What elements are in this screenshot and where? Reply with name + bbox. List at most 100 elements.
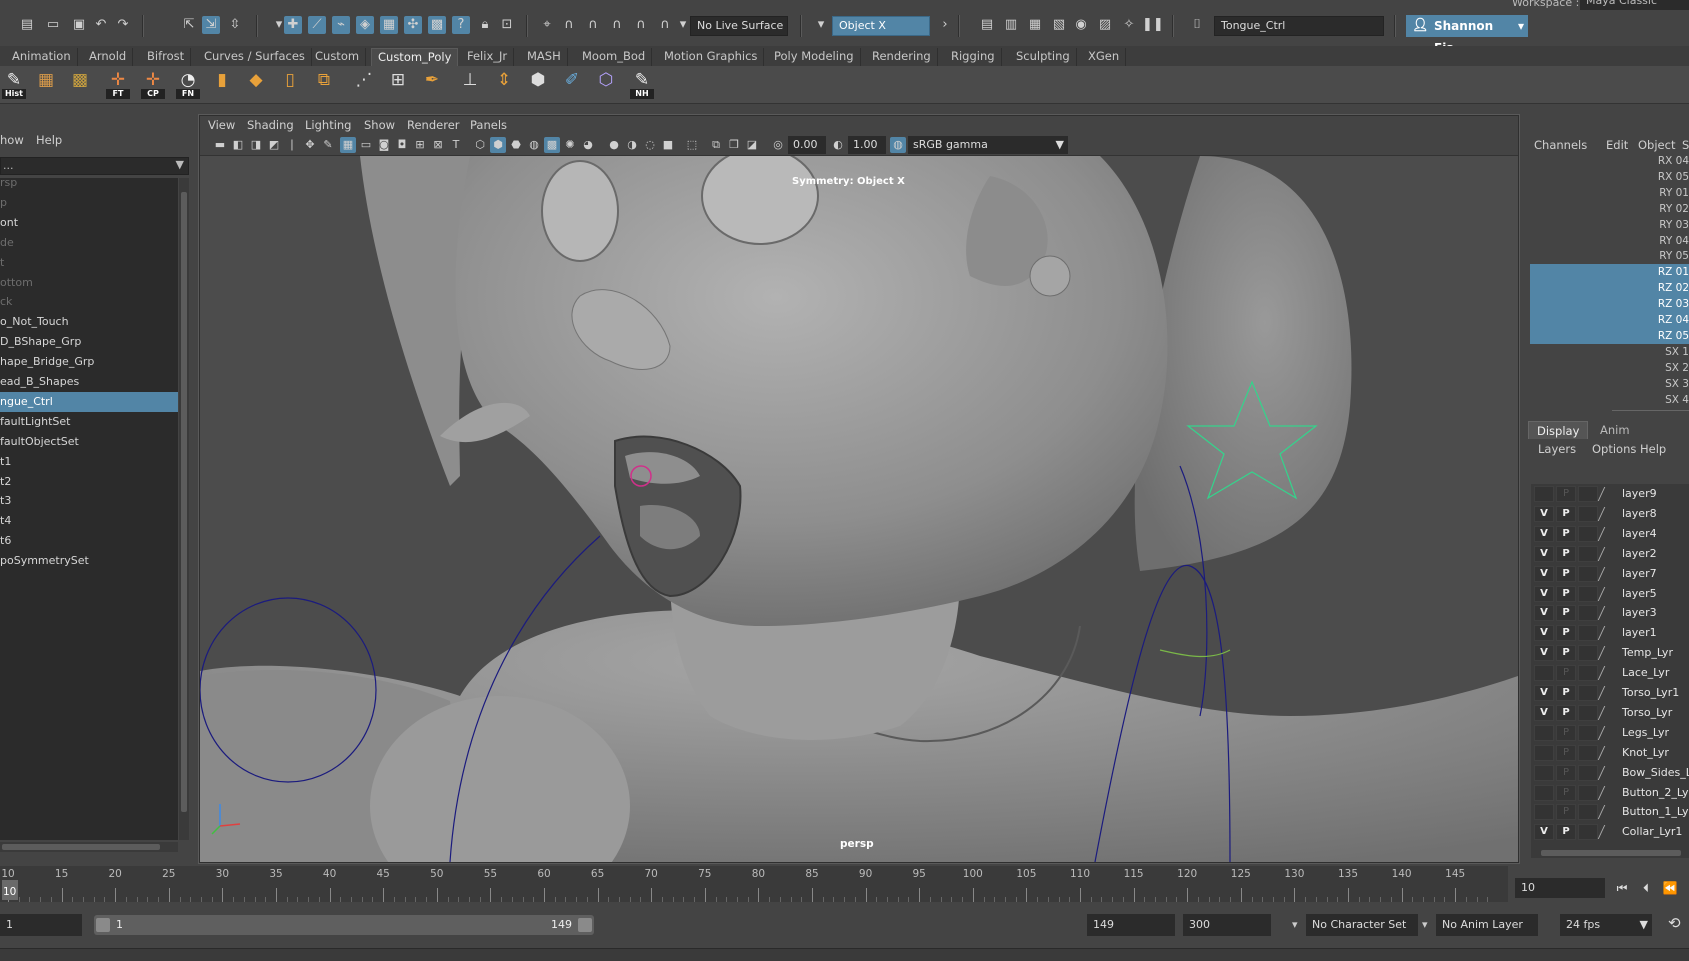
layer-row[interactable]: P Button_2_Lyr [1531,783,1689,803]
snap-live-icon[interactable]: ▩ [428,16,446,34]
ipr-render-icon[interactable]: ▦ [1026,16,1044,34]
channel-row[interactable]: RX 05 [1530,169,1689,185]
layer-playback-toggle[interactable]: P [1556,685,1576,701]
layer-type-toggle[interactable] [1578,824,1598,841]
safe-action-icon[interactable]: ⊠ [430,137,446,153]
selection-name-field[interactable]: Tongue_Ctrl [1214,16,1384,36]
outliner-item[interactable]: faultObjectSet [0,432,178,452]
outliner-vertical-scrollbar[interactable] [179,178,189,840]
snap-vertex-icon[interactable]: ✣ [404,16,422,34]
layer-row[interactable]: V P Temp_Lyr [1531,643,1689,663]
collapse-arrow-icon[interactable]: › [936,16,954,34]
layer-type-toggle[interactable] [1578,585,1598,602]
wireframe-icon[interactable]: ⬡ [472,137,488,153]
viewport-menu-show[interactable]: Show [364,118,395,132]
range-end-handle[interactable] [578,918,592,932]
layer-playback-toggle[interactable]: P [1556,764,1576,781]
layer-row[interactable]: P Lace_Lyr [1531,663,1689,683]
scrollbar-thumb[interactable] [1541,850,1681,856]
snap-point-icon[interactable]: ⌁ [332,16,350,34]
outliner-item[interactable]: D_BShape_Grp [0,332,178,352]
range-slider[interactable]: 1 149 [94,915,594,935]
layer-color-swatch-icon[interactable] [1597,626,1619,641]
hypershade-icon[interactable]: ◉ [1072,16,1090,34]
layer-type-toggle[interactable] [1578,486,1598,502]
layer-playback-toggle[interactable]: P [1556,724,1576,741]
xray-components-icon[interactable]: ❐ [726,137,742,153]
fps-dropdown[interactable]: 24 fps ▼ [1560,914,1652,936]
film-gate-icon[interactable]: ▭ [358,137,374,153]
animation-end-field[interactable]: 300 [1183,914,1271,936]
xray-joints-icon[interactable]: ⧉ [708,137,724,153]
layer-color-swatch-icon[interactable] [1597,646,1619,661]
isolate-select-icon[interactable]: ■ [660,137,676,153]
viewport-menu-view[interactable]: View [208,118,235,132]
outliner-menu-show[interactable]: how [0,133,24,147]
layer-visibility-toggle[interactable] [1534,784,1554,801]
layer-playback-toggle[interactable]: P [1556,545,1576,562]
new-scene-icon[interactable]: ▤ [18,16,36,34]
layer-visibility-toggle[interactable]: V [1534,625,1554,642]
layer-row[interactable]: V P Collar_Lyr1 [1531,822,1689,842]
layer-playback-toggle[interactable]: P [1556,486,1576,502]
current-time-field[interactable]: 10 [1515,878,1605,898]
layer-playback-toggle[interactable]: P [1556,585,1576,602]
layer-menu-options[interactable]: Options [1592,442,1636,456]
layer-visibility-toggle[interactable]: V [1534,545,1554,562]
layer-row[interactable]: Player9 [1531,484,1689,504]
select-component-icon[interactable]: ⇳ [226,16,244,34]
layer-type-toggle[interactable] [1578,724,1598,741]
scrollbar-thumb[interactable] [181,192,187,812]
channel-row[interactable]: SX 4 [1530,392,1689,408]
layer-type-toggle[interactable] [1578,645,1598,662]
resolution-gate-icon[interactable]: ◙ [376,137,392,153]
shelf-mirror-button[interactable]: ⬢ [524,69,552,99]
2d-pan-icon[interactable]: ✥ [302,137,318,153]
tab-mash[interactable]: MASH [521,48,568,66]
layer-playback-toggle[interactable]: P [1556,704,1576,721]
shelf-uv-grid-button[interactable]: ▦ [32,69,60,99]
channel-row[interactable]: RY 01 [1530,185,1689,201]
color-space-dropdown[interactable]: sRGB gamma ▼ [908,136,1068,154]
exposure-icon[interactable]: ◎ [770,137,786,153]
viewport-menu-renderer[interactable]: Renderer [407,118,460,132]
multisample-icon[interactable]: ◑ [624,137,640,153]
outliner-item[interactable]: ottom [0,273,178,293]
layer-color-swatch-icon[interactable] [1597,487,1619,501]
layer-playback-toggle[interactable]: P [1556,565,1576,582]
target-icon[interactable]: ⊡ [498,16,516,34]
shelf-sculpt-button[interactable]: ✐ [558,69,586,99]
outliner-menu-help[interactable]: Help [36,133,62,147]
grid-icon[interactable]: ▦ [340,137,356,153]
outliner-item[interactable]: rsp [0,178,178,193]
outliner-item[interactable]: t2 [0,472,178,492]
layer-row[interactable]: V Player8 [1531,504,1689,524]
layer-type-toggle[interactable] [1578,744,1598,761]
step-back-frame-icon[interactable]: ⏪ [1660,878,1680,898]
layer-row[interactable]: P Legs_Lyr [1531,723,1689,743]
magnet-surface-icon[interactable]: ∩ [608,16,626,34]
layer-type-toggle[interactable] [1578,804,1598,821]
channel-row[interactable]: RY 05 [1530,248,1689,264]
channel-row[interactable]: RZ 05 [1530,327,1689,344]
channel-row[interactable]: RZ 02 [1530,280,1689,296]
bookmark-icon[interactable]: ◨ [248,137,264,153]
tab-rendering[interactable]: Rendering [866,48,938,66]
layer-row[interactable]: V P Torso_Lyr1 [1531,683,1689,703]
outliner-item[interactable]: t3 [0,491,178,511]
layer-menu-layers[interactable]: Layers [1538,442,1576,456]
layer-type-toggle[interactable] [1578,665,1598,682]
layer-visibility-toggle[interactable]: V [1534,645,1554,662]
motion-blur-icon[interactable]: ● [606,137,622,153]
layer-type-toggle[interactable] [1578,764,1598,781]
shelf-lattice-button[interactable]: ⬡ [592,69,620,99]
magnet-point-icon[interactable]: ∩ [656,16,674,34]
layer-playback-toggle[interactable]: P [1556,505,1576,522]
lights-icon[interactable]: ▩ [544,137,560,153]
xray-icon[interactable]: ⬚ [684,137,700,153]
tab-moom-bod[interactable]: Moom_Bod [576,48,653,66]
shelf-nh-button[interactable]: ✎ NH [628,69,656,99]
start-time-field[interactable]: 1 [0,914,82,936]
layer-visibility-toggle[interactable] [1534,724,1554,741]
range-start-handle[interactable] [96,918,110,932]
